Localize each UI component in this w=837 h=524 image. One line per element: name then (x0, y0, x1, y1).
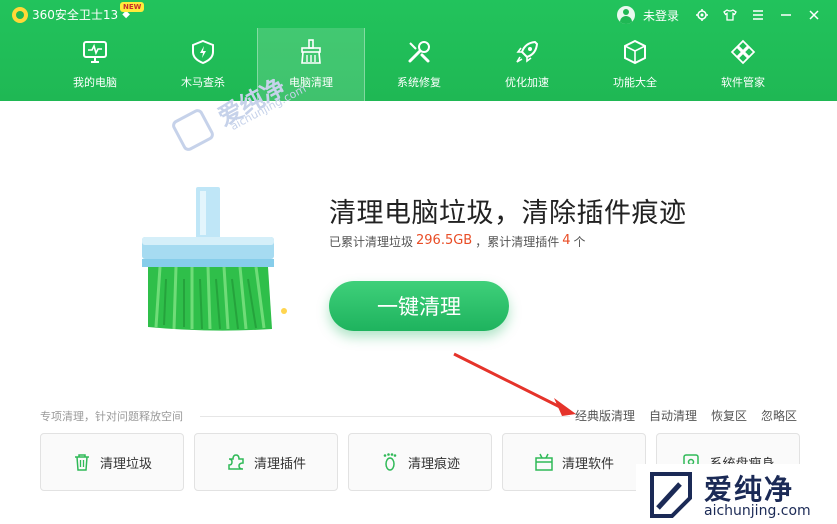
cube-icon (624, 39, 646, 65)
footprint-icon (383, 453, 397, 471)
junk-value: 296.5GB (416, 233, 473, 248)
one-click-clean-button[interactable]: 一键清理 (329, 281, 509, 331)
settings-gear-icon[interactable] (691, 4, 713, 26)
hero-title: 清理电脑垃圾，清除插件痕迹 (329, 198, 687, 229)
tool-clean-traces[interactable]: 清理痕迹 (348, 433, 492, 491)
menu-icon[interactable] (747, 4, 769, 26)
nav-item-software-manager[interactable]: 软件管家 (689, 28, 797, 101)
plugin-suffix: 个 (573, 235, 586, 249)
nav-label: 软件管家 (721, 76, 765, 89)
grid-icon (730, 39, 756, 65)
brand: 360安全卫士13 ◆ NEW (12, 2, 145, 23)
title-bar: 360安全卫士13 ◆ NEW 未登录 (0, 0, 837, 28)
tool-clean-plugins[interactable]: 清理插件 (194, 433, 338, 491)
broom-illustration-icon (142, 187, 274, 331)
classic-cleanup-link[interactable]: 经典版清理 (575, 407, 635, 424)
tool-clean-junk[interactable]: 清理垃圾 (40, 433, 184, 491)
plugin-count: 4 (562, 233, 571, 248)
nav-label: 木马查杀 (181, 76, 225, 89)
junk-prefix: 已累计清理垃圾 (329, 235, 414, 249)
restore-area-link[interactable]: 恢复区 (711, 407, 747, 424)
nav-label: 我的电脑 (73, 76, 117, 89)
watermark-badge: 爱纯净 aichunjing.com (636, 464, 837, 524)
watermark-en: aichunjing.com (704, 503, 811, 519)
hero-subtitle: 已累计清理垃圾 296.5GB ，累计清理插件 4 个 (329, 233, 586, 250)
plugin-prefix: ，累计清理插件 (475, 235, 560, 249)
tool-label: 清理垃圾 (99, 456, 152, 472)
skin-shirt-icon[interactable] (719, 4, 741, 26)
tool-clean-software[interactable]: 清理软件 (502, 433, 646, 491)
app-logo-icon (12, 6, 28, 23)
window-controls: 未登录 (616, 4, 825, 26)
wrench-icon (408, 41, 430, 63)
app-window: 360安全卫士13 ◆ NEW 未登录 我的电脑 木马查杀 电脑清理 系统修复 … (0, 0, 837, 524)
rocket-icon (516, 40, 539, 63)
hero-section: 爱纯净 aichunjing.com 清理电脑垃圾，清除插件痕迹 已累计清理垃圾… (0, 73, 837, 401)
sparkle-dot (281, 308, 287, 314)
watermark-cn: 爱纯净 (704, 473, 795, 506)
app-title: 360安全卫士13 (32, 8, 119, 22)
puzzle-icon (228, 454, 244, 470)
trash-icon (74, 454, 89, 471)
tool-label: 清理插件 (253, 456, 306, 472)
special-cleanup-header: 专项清理，针对问题释放空间 经典版清理 自动清理 恢复区 忽略区 (40, 406, 800, 424)
nav-label: 系统修复 (397, 76, 441, 89)
nav-item-my-computer[interactable]: 我的电脑 (41, 28, 149, 101)
watermark-top: 爱纯净 aichunjing.com (170, 73, 308, 154)
header: 360安全卫士13 ◆ NEW 未登录 我的电脑 木马查杀 电脑清理 系统修复 … (0, 0, 837, 101)
nav-item-features[interactable]: 功能大全 (581, 28, 689, 101)
nav-item-speedup[interactable]: 优化加速 (473, 28, 581, 101)
avatar-icon (616, 6, 635, 24)
broom-icon (301, 39, 321, 64)
main-nav: 我的电脑 木马查杀 电脑清理 系统修复 优化加速 功能大全 软件管家 (0, 28, 837, 101)
box-icon (535, 453, 553, 471)
shield-bolt-icon (192, 39, 214, 65)
special-links: 经典版清理 自动清理 恢复区 忽略区 (575, 407, 797, 424)
ignore-area-link[interactable]: 忽略区 (761, 407, 797, 424)
nav-item-system-repair[interactable]: 系统修复 (365, 28, 473, 101)
tool-label: 清理软件 (561, 456, 614, 472)
divider (200, 416, 570, 417)
close-icon[interactable] (803, 4, 825, 26)
watermark-logo-icon (170, 107, 216, 154)
new-badge: NEW (120, 2, 145, 12)
auto-cleanup-link[interactable]: 自动清理 (649, 407, 697, 424)
minimize-icon[interactable] (775, 4, 797, 26)
nav-label: 优化加速 (505, 76, 549, 89)
login-label: 未登录 (642, 8, 679, 23)
monitor-icon (83, 41, 107, 63)
nav-label: 功能大全 (613, 76, 657, 89)
watermark-logo-icon (650, 472, 692, 518)
special-cleanup-label: 专项清理，针对问题释放空间 (40, 410, 183, 423)
tool-label: 清理痕迹 (407, 456, 460, 472)
login-button[interactable]: 未登录 (616, 6, 679, 24)
